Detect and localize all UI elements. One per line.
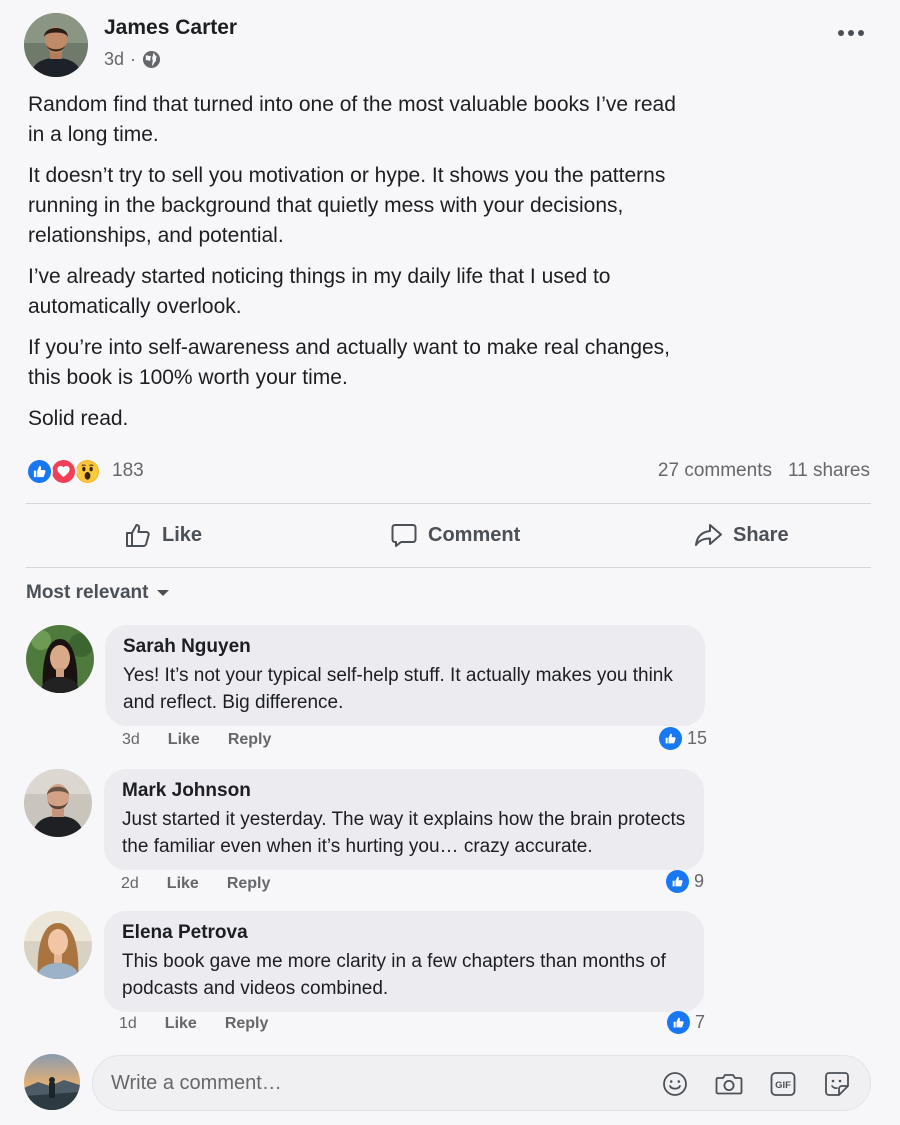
wow-reaction-icon — [74, 457, 101, 485]
comment-text: Yes! It’s not your typical self-help stu… — [123, 665, 673, 713]
like-button[interactable]: Like — [124, 516, 202, 554]
commenter-avatar[interactable] — [26, 625, 94, 693]
author-name[interactable]: James Carter — [104, 16, 237, 40]
post-paragraph: It doesn’t try to sell you motivation or… — [28, 164, 666, 247]
commenter-name[interactable]: Elena Petrova — [122, 922, 686, 944]
share-button[interactable]: Share — [694, 516, 789, 554]
comment-time[interactable]: 2d — [121, 875, 139, 893]
sticker-icon[interactable] — [822, 1069, 852, 1099]
post-body: Random find that turned into one of the … — [28, 90, 688, 445]
comment-reply-button[interactable]: Reply — [225, 1015, 269, 1033]
post-paragraph: Solid read. — [28, 407, 129, 430]
svg-text:GIF: GIF — [775, 1080, 791, 1091]
camera-icon[interactable] — [714, 1069, 744, 1099]
comment-time[interactable]: 3d — [122, 731, 140, 749]
emoji-icon[interactable] — [660, 1069, 690, 1099]
current-user-avatar[interactable] — [24, 1054, 80, 1110]
reaction-count: 183 — [112, 460, 144, 481]
dot-icon — [848, 30, 854, 36]
shares-count-link[interactable]: 11 shares — [788, 460, 870, 482]
comment-like-count: 9 — [694, 871, 705, 891]
meta-separator: · — [130, 49, 137, 69]
author-avatar[interactable] — [24, 13, 88, 77]
comment-bubble: Elena Petrova This book gave me more cla… — [104, 911, 704, 1012]
divider — [26, 503, 871, 504]
comment-reply-button[interactable]: Reply — [227, 875, 271, 893]
like-button-label: Like — [162, 523, 203, 546]
composer-tools: GIF — [660, 1069, 852, 1099]
comment-reactions[interactable]: 7 — [667, 1011, 705, 1034]
gif-icon[interactable]: GIF — [768, 1069, 798, 1099]
post: James Carter 3d · Random find that turne… — [0, 0, 900, 1125]
divider — [26, 567, 871, 568]
love-reaction-icon — [50, 457, 77, 485]
comment-reply-button[interactable]: Reply — [228, 731, 272, 749]
comment-bubble: Mark Johnson Just started it yesterday. … — [104, 769, 704, 870]
comment-like-button[interactable]: Like — [167, 875, 199, 893]
comment-composer[interactable]: GIF — [92, 1055, 871, 1111]
commenter-avatar[interactable] — [24, 769, 92, 837]
comment-actions: 2d Like Reply — [121, 875, 270, 893]
comment-like-button[interactable]: Like — [165, 1015, 197, 1033]
commenter-avatar[interactable] — [24, 911, 92, 979]
comment-text: This book gave me more clarity in a few … — [122, 951, 666, 999]
comment-like-count: 15 — [687, 728, 708, 748]
like-reaction-icon — [667, 1011, 690, 1034]
dot-icon — [838, 30, 844, 36]
more-options-button[interactable] — [832, 22, 870, 44]
post-stats: 27 comments 11 shares — [658, 460, 870, 482]
comment-reactions[interactable]: 9 — [666, 870, 704, 893]
commenter-name[interactable]: Mark Johnson — [122, 780, 686, 802]
caret-down-icon — [156, 588, 170, 598]
like-reaction-icon — [659, 727, 682, 750]
post-paragraph: Random find that turned into one of the … — [28, 93, 676, 146]
comment-button[interactable]: Comment — [390, 516, 520, 554]
post-paragraph: If you’re into self-awareness and actual… — [28, 336, 671, 389]
globe-icon — [142, 50, 161, 69]
comment-bubble: Sarah Nguyen Yes! It’s not your typical … — [105, 625, 705, 726]
comment-actions: 1d Like Reply — [119, 1015, 268, 1033]
comment-bubble-icon — [390, 521, 418, 549]
comment-button-label: Comment — [428, 523, 521, 546]
thumbs-up-icon — [124, 521, 152, 549]
comment-text: Just started it yesterday. The way it ex… — [122, 809, 686, 857]
dot-icon — [858, 30, 864, 36]
comments-count-link[interactable]: 27 comments — [658, 460, 772, 482]
comment-input[interactable] — [111, 1071, 631, 1095]
post-paragraph: I’ve already started noticing things in … — [28, 265, 611, 318]
post-time[interactable]: 3d — [104, 49, 124, 70]
comment-like-count: 7 — [695, 1012, 706, 1032]
comment-like-button[interactable]: Like — [168, 731, 200, 749]
share-arrow-icon — [694, 521, 723, 549]
like-reaction-icon — [26, 457, 53, 485]
share-button-label: Share — [733, 523, 789, 546]
comment-reactions[interactable]: 15 — [659, 727, 707, 750]
post-meta: 3d · — [104, 49, 161, 70]
sort-label: Most relevant — [26, 582, 149, 603]
comment-time[interactable]: 1d — [119, 1015, 137, 1033]
commenter-name[interactable]: Sarah Nguyen — [123, 636, 687, 658]
comment-actions: 3d Like Reply — [122, 731, 271, 749]
comment-sort-dropdown[interactable]: Most relevant — [26, 582, 170, 604]
like-reaction-icon — [666, 870, 689, 893]
reactions-summary[interactable]: 183 — [26, 456, 144, 486]
